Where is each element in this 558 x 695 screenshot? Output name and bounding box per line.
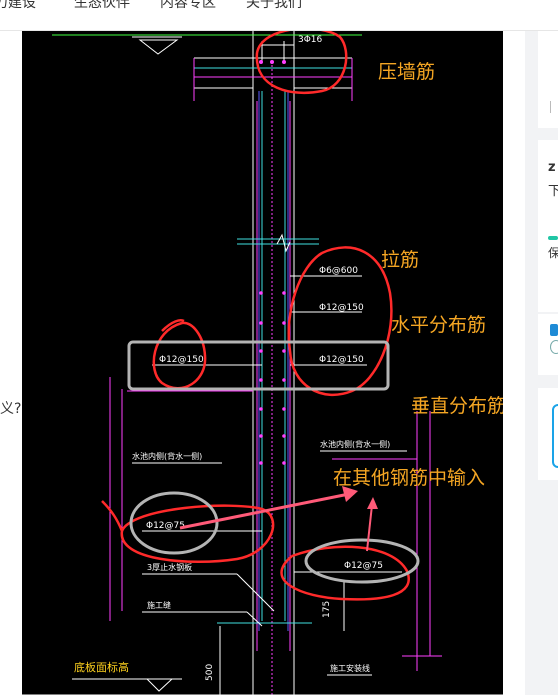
construction-joint-label: 施工缝 — [147, 600, 171, 610]
base-elevation-label: 底板面标高 — [74, 660, 129, 674]
blue-icon — [550, 324, 558, 336]
cad-drawing: 3Φ16 Φ6@600 Φ12@150 Φ12@150 Φ12@150 水池内侧… — [22, 31, 503, 695]
phone-icon — [552, 404, 558, 468]
vertical-spec-right: Φ12@150 — [319, 355, 364, 365]
nav-item-partners[interactable]: 生态伙伴 — [74, 0, 130, 12]
bottom-right-label: 施工安装线 — [330, 663, 370, 673]
lower-spec-left: Φ12@75 — [146, 521, 185, 531]
circle-icon — [550, 340, 558, 354]
top-bar-spec: 3Φ16 — [298, 35, 323, 45]
red-highlight-lower-right — [280, 545, 410, 601]
dimension-500: 500 — [205, 664, 215, 681]
vertical-spec-left: Φ12@150 — [159, 355, 204, 365]
right-card-glyph: 保 — [548, 246, 558, 260]
annotation-tie-rebar: 拉筋 — [381, 249, 420, 271]
annotation-horizontal-rebar: 水平分布筋 — [391, 314, 487, 336]
cad-drawing-image: 3Φ16 Φ6@600 Φ12@150 Φ12@150 Φ12@150 水池内侧… — [22, 31, 503, 695]
water-side-left: 水池内侧(背水一侧) — [132, 451, 202, 461]
stop-plate-label: 3厚止水钢板 — [147, 562, 192, 572]
nav-item-build[interactable]: 力建设 — [0, 0, 36, 12]
content-gap — [503, 31, 525, 695]
right-card-4[interactable] — [538, 388, 558, 480]
annotation-top-wall-rebar: 压墙筋 — [378, 61, 436, 83]
left-text-fragment: 义? — [0, 401, 22, 417]
lower-spec-right: Φ12@75 — [344, 561, 383, 571]
right-card-2[interactable]: z 下 保 — [538, 140, 558, 312]
right-card-1[interactable] — [538, 31, 558, 128]
right-card-glyph: 下 — [548, 184, 558, 199]
left-content-strip: 义? — [0, 31, 22, 695]
right-card-glyph: z — [548, 160, 556, 175]
annotation-vertical-rebar: 垂直分布筋 — [411, 395, 503, 417]
water-side-right: 水池内侧(背水一侧) — [320, 439, 390, 449]
nav-item-about[interactable]: 关于我们 — [246, 0, 302, 12]
nav-item-content[interactable]: 内容专区 — [160, 0, 216, 12]
arrow-up — [366, 504, 373, 552]
dimension-175: 175 — [322, 601, 332, 618]
annotation-other-rebar: 在其他钢筋中输入 — [333, 467, 486, 489]
horizontal-spec: Φ12@150 — [319, 303, 364, 313]
right-card-3[interactable] — [538, 314, 558, 375]
tie-spec: Φ6@600 — [319, 266, 358, 276]
top-navigation: 力建设 生态伙伴 内容专区 关于我们 — [0, 0, 558, 31]
arrow-to-other — [179, 491, 355, 530]
progress-indicator — [548, 236, 558, 240]
